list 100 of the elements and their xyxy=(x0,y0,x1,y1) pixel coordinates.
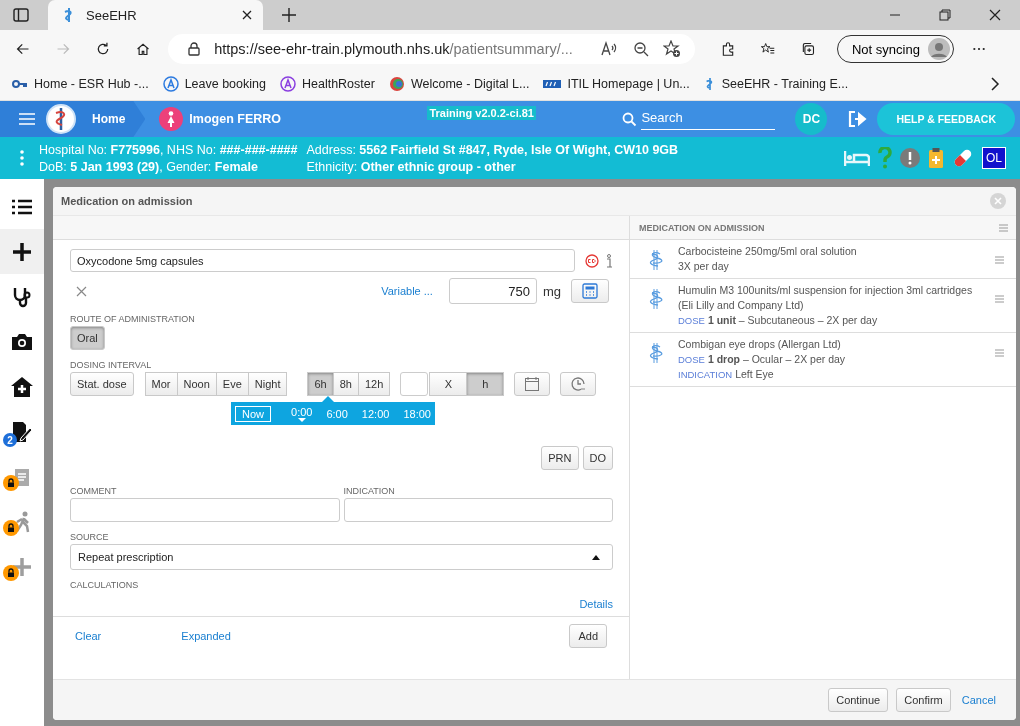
medication-dose: INDICATION Left Eye xyxy=(678,367,775,382)
browser-tab[interactable]: SeeEHR xyxy=(48,0,263,30)
stat-dose-button[interactable]: Stat. dose xyxy=(70,372,134,396)
patient-detail: Hospital No: F775996, NHS No: ###-###-#### xyxy=(39,142,298,157)
medication-name: Combigan eye drops (Allergan Ltd) xyxy=(678,337,842,352)
female-icon xyxy=(159,107,184,131)
unit-label: mg xyxy=(542,283,561,299)
variable-dose-link[interactable]: Variable ... xyxy=(381,285,433,297)
alert-icon[interactable] xyxy=(900,148,920,168)
address-bar[interactable]: https://see-ehr-train.plymouth.nhs.uk/patientsummary/... xyxy=(168,34,695,64)
close-icon[interactable] xyxy=(989,9,1001,21)
bookmark-link[interactable]: SeeEHR - Training E... xyxy=(703,76,849,92)
medication-dose: DOSE 1 unit – Subcutaneous – 2X per day xyxy=(678,313,879,328)
cancel-link[interactable]: Cancel xyxy=(961,694,996,706)
calendar-icon xyxy=(524,376,541,392)
medication-name: Humulin M3 100units/ml suspension for injection 3ml cartridges (Eli Lilly and Company Ltd) xyxy=(678,283,974,313)
lock-badge-icon xyxy=(3,520,19,536)
user-initials-badge[interactable]: OL xyxy=(982,147,1006,169)
zoom-out-icon[interactable] xyxy=(632,41,649,57)
tab-actions-icon[interactable] xyxy=(12,6,30,24)
count-badge: 2 xyxy=(3,433,17,447)
time-of-day-button[interactable]: Night xyxy=(247,372,288,396)
patient-detail: Address: 5562 Fairfield St #847, Ryde, Isle Of Wight, CW10 9GB xyxy=(306,142,679,157)
do-button[interactable]: DO xyxy=(582,446,613,470)
house-plus-icon xyxy=(11,376,33,397)
interval-button[interactable]: 12h xyxy=(357,372,391,396)
new-tab-icon[interactable] xyxy=(281,7,297,23)
restore-icon[interactable] xyxy=(939,9,951,21)
schedule-button[interactable] xyxy=(560,372,597,396)
dosing-label: DOSING INTERVAL xyxy=(70,360,153,370)
plus-icon xyxy=(12,556,32,577)
clear-link[interactable]: Clear xyxy=(75,630,102,642)
colorful-circle-icon xyxy=(388,76,405,92)
avatar-icon xyxy=(927,38,950,60)
collections-icon[interactable] xyxy=(800,40,815,58)
url-text: https://see-ehr-train.plymouth.nhs.uk/patientsummary/... xyxy=(214,41,573,57)
lock-badge-icon xyxy=(3,565,19,581)
bookmark-link[interactable]: Welcome - Digital L... xyxy=(388,76,530,92)
key-icon xyxy=(12,79,28,89)
dialog-title: Medication on admission xyxy=(61,195,193,207)
details-link[interactable]: Details xyxy=(579,598,613,610)
bookmark-link[interactable]: Leave booking xyxy=(162,76,266,92)
pill-icon[interactable] xyxy=(952,147,974,169)
list-icon xyxy=(12,198,32,215)
interval-button[interactable]: 6h xyxy=(307,372,334,396)
expanded-link[interactable]: Expanded xyxy=(181,630,231,642)
route-option[interactable]: Oral xyxy=(70,326,105,350)
letter-a-circle-icon xyxy=(279,76,296,92)
indication-field[interactable] xyxy=(343,498,613,522)
drug-search-field[interactable]: Oxycodone 5mg capsules xyxy=(70,249,575,272)
label-icon xyxy=(543,80,562,88)
time-label: Now xyxy=(235,405,271,422)
time-label: 0:00 xyxy=(291,405,313,418)
home-link[interactable]: Home xyxy=(92,112,134,126)
interval-unit-button[interactable]: X xyxy=(429,372,468,396)
search-field[interactable]: Search xyxy=(641,108,776,130)
comment-field[interactable] xyxy=(70,498,340,522)
extensions-icon[interactable] xyxy=(720,40,735,58)
sidebar-item[interactable] xyxy=(0,229,44,274)
interval-unit-button[interactable]: h xyxy=(466,372,505,396)
letter-a-circle-icon xyxy=(162,76,179,92)
calculator-button[interactable] xyxy=(571,279,609,303)
caduceus-icon xyxy=(648,287,664,311)
add-button[interactable]: Add xyxy=(569,624,607,648)
list-heading: MEDICATION ON ADMISSION xyxy=(639,222,765,233)
comment-label: COMMENT xyxy=(70,486,118,496)
caduceus-icon xyxy=(648,341,664,365)
route-label: ROUTE OF ADMINISTRATION xyxy=(70,314,196,324)
caduceus-logo-icon[interactable] xyxy=(46,104,76,134)
lock-badge-icon xyxy=(3,475,19,491)
interval-button[interactable]: 8h xyxy=(332,372,359,396)
favorite-add-icon[interactable] xyxy=(662,40,681,58)
prn-button[interactable]: PRN xyxy=(541,446,579,470)
custom-interval-field[interactable] xyxy=(400,372,429,396)
time-of-day-button[interactable]: Mor xyxy=(144,372,178,396)
calendar-button[interactable] xyxy=(514,372,551,396)
bookmark-link[interactable]: ITIL Homepage | Un... xyxy=(543,77,690,91)
info-icon[interactable] xyxy=(605,253,613,268)
bookmark-link[interactable]: Home - ESR Hub -... xyxy=(12,77,149,91)
sidebar-item[interactable]: 2 xyxy=(0,409,44,454)
source-dropdown[interactable]: Repeat prescription xyxy=(70,544,613,570)
patient-detail: Ethnicity: Other ethnic group - other xyxy=(306,159,517,174)
controlled-drug-icon xyxy=(585,253,599,268)
chevron-right-icon[interactable] xyxy=(990,77,1000,91)
close-icon[interactable] xyxy=(241,9,253,21)
patient-detail: DoB: 5 Jan 1993 (29), Gender: Female xyxy=(39,159,259,174)
camera-icon xyxy=(12,333,32,350)
continue-button[interactable]: Continue xyxy=(828,688,889,712)
read-aloud-icon[interactable] xyxy=(600,41,619,57)
time-of-day-button[interactable]: Noon xyxy=(176,372,217,396)
bookmark-link[interactable]: HealthRoster xyxy=(279,76,375,92)
confirm-button[interactable]: Confirm xyxy=(896,688,951,712)
indication-label: INDICATION xyxy=(343,486,396,496)
clipboard-plus-icon[interactable] xyxy=(928,147,944,169)
dose-field[interactable]: 750 xyxy=(448,278,537,304)
caduceus-icon xyxy=(648,248,664,272)
search-icon[interactable] xyxy=(622,111,638,127)
medication-dose: 3X per day xyxy=(678,259,730,274)
version-label: Training v2.0.2-ci.81 xyxy=(427,106,536,120)
time-of-day-button[interactable]: Eve xyxy=(215,372,249,396)
